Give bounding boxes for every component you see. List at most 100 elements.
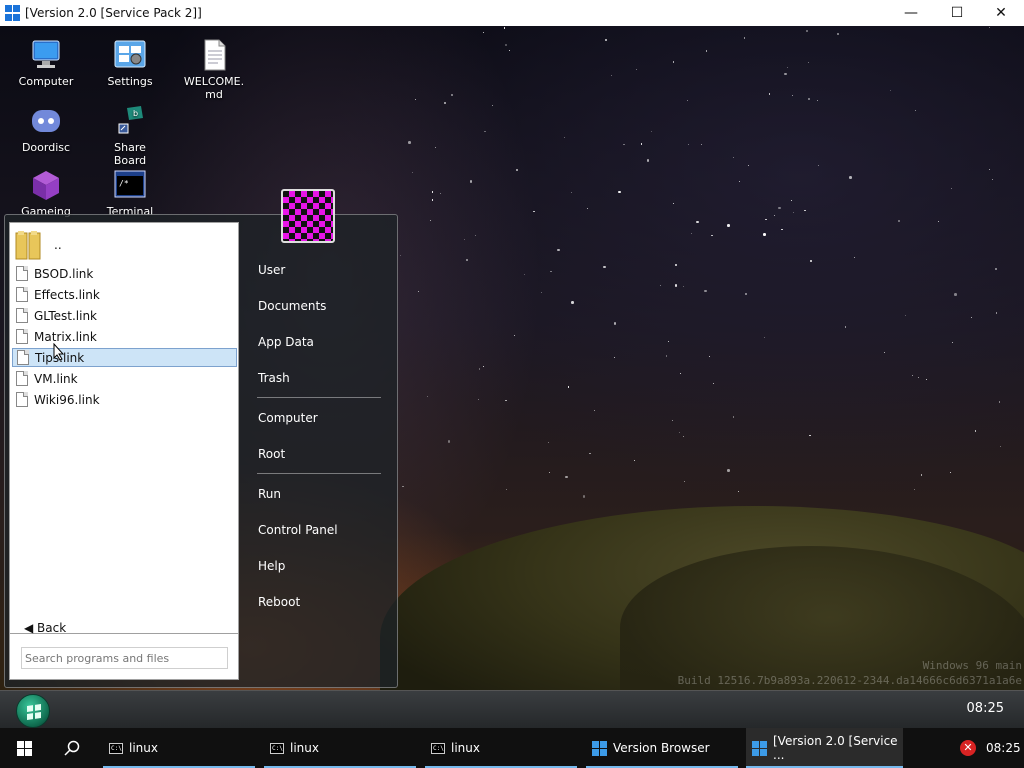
star (665, 355, 668, 357)
star (549, 471, 551, 474)
menu-item-help[interactable]: Help (258, 559, 285, 573)
start-menu: .. BSOD.link Effects.link GLTest.link Ma… (4, 189, 398, 688)
parent-folder-item[interactable]: .. (12, 228, 237, 262)
star (435, 146, 437, 148)
star (809, 434, 811, 436)
menu-item-root[interactable]: Root (258, 447, 285, 461)
star (682, 286, 685, 288)
file-item[interactable]: GLTest.link (12, 306, 237, 325)
star (509, 49, 511, 51)
star (804, 209, 806, 212)
file-item-selected[interactable]: Tips.link (12, 343, 237, 367)
star (610, 75, 612, 77)
taskbar-item-version-browser[interactable]: Version Browser (586, 728, 738, 768)
minimize-button[interactable]: — (888, 0, 934, 26)
file-item[interactable]: Wiki96.link (12, 390, 237, 409)
star (504, 43, 508, 47)
star (937, 220, 939, 222)
taskbar-item-linux[interactable]: C:\ linux (264, 728, 416, 768)
close-button[interactable]: ✕ (978, 0, 1024, 26)
star (696, 220, 699, 224)
menu-item-reboot[interactable]: Reboot (258, 595, 300, 609)
star (614, 356, 616, 358)
star (727, 469, 730, 472)
menu-item-app-data[interactable]: App Data (258, 335, 314, 349)
star (917, 377, 920, 379)
star (810, 260, 812, 262)
star (563, 137, 565, 139)
notification-error-button[interactable]: ✕ (960, 728, 978, 768)
menu-item-documents[interactable]: Documents (258, 299, 326, 313)
search-input[interactable] (21, 647, 228, 669)
star (640, 143, 642, 145)
search-icon (64, 740, 80, 756)
taskbar-item-version-2-active[interactable]: [Version 2.0 [Service ... (746, 728, 903, 768)
star (484, 131, 486, 133)
taskbar-item-linux[interactable]: C:\ linux (425, 728, 577, 768)
star (524, 274, 526, 276)
star (474, 234, 477, 236)
star (690, 233, 693, 235)
file-label: Wiki96.link (34, 392, 100, 407)
user-avatar[interactable] (281, 189, 335, 243)
taskbar-item-label: linux (451, 741, 480, 755)
maximize-button[interactable]: ☐ (934, 0, 980, 26)
taskbar-item-linux[interactable]: C:\ linux (103, 728, 255, 768)
star (464, 239, 466, 241)
star (603, 265, 606, 269)
star (429, 219, 431, 221)
menu-item-control-panel[interactable]: Control Panel (258, 523, 338, 537)
desktop-icon-computer[interactable]: Computer (6, 38, 86, 88)
star (678, 432, 681, 434)
desktop-icon-gameing[interactable]: Gameing (6, 168, 86, 218)
star (778, 206, 781, 210)
terminal-icon: /* (113, 168, 147, 202)
desktop-icon-settings[interactable]: Settings (90, 38, 170, 88)
menu-item-run[interactable]: Run (258, 487, 281, 501)
desktop-icon-terminal[interactable]: /* Terminal (90, 168, 170, 218)
inner-clock: 08:25 (966, 701, 1004, 716)
file-item[interactable]: Matrix.link (12, 327, 237, 346)
star (817, 165, 820, 167)
file-icon (16, 287, 28, 302)
star (1000, 445, 1002, 448)
mouse-cursor-icon (53, 343, 65, 361)
start-orb-button[interactable] (16, 694, 50, 728)
star (447, 440, 451, 443)
windows-logo-icon (16, 740, 32, 756)
file-icon (16, 308, 28, 323)
star (816, 100, 818, 102)
host-start-button[interactable] (0, 728, 48, 768)
star (790, 200, 793, 202)
star (586, 207, 589, 209)
menu-item-trash[interactable]: Trash (258, 371, 290, 385)
file-item[interactable]: BSOD.link (12, 264, 237, 283)
star (844, 326, 846, 328)
menu-item-user[interactable]: User (258, 263, 285, 277)
menu-item-computer[interactable]: Computer (258, 411, 318, 425)
file-icon (16, 392, 28, 407)
star (711, 234, 713, 236)
desktop-icon-doordisc[interactable]: Doordisc (6, 104, 86, 154)
error-icon: ✕ (960, 740, 976, 756)
file-item[interactable]: VM.link (12, 369, 237, 388)
cmd-icon: C:\ (431, 742, 445, 754)
star (604, 38, 608, 42)
star (769, 93, 771, 95)
desktop-icon-share-board[interactable]: b Share Board (90, 104, 170, 167)
star (713, 382, 715, 384)
desktop-icon-welcome[interactable]: WELCOME. md (174, 38, 254, 101)
star (805, 29, 809, 33)
file-icon (17, 350, 29, 365)
file-label: GLTest.link (34, 308, 97, 323)
star (672, 203, 674, 205)
star (952, 341, 954, 344)
star (949, 471, 952, 473)
star (477, 398, 479, 400)
back-button[interactable]: ◀ Back (24, 621, 66, 635)
host-search-button[interactable] (48, 728, 96, 768)
star (988, 26, 991, 29)
file-item[interactable]: Effects.link (12, 285, 237, 304)
star (925, 378, 928, 381)
star (672, 61, 675, 63)
